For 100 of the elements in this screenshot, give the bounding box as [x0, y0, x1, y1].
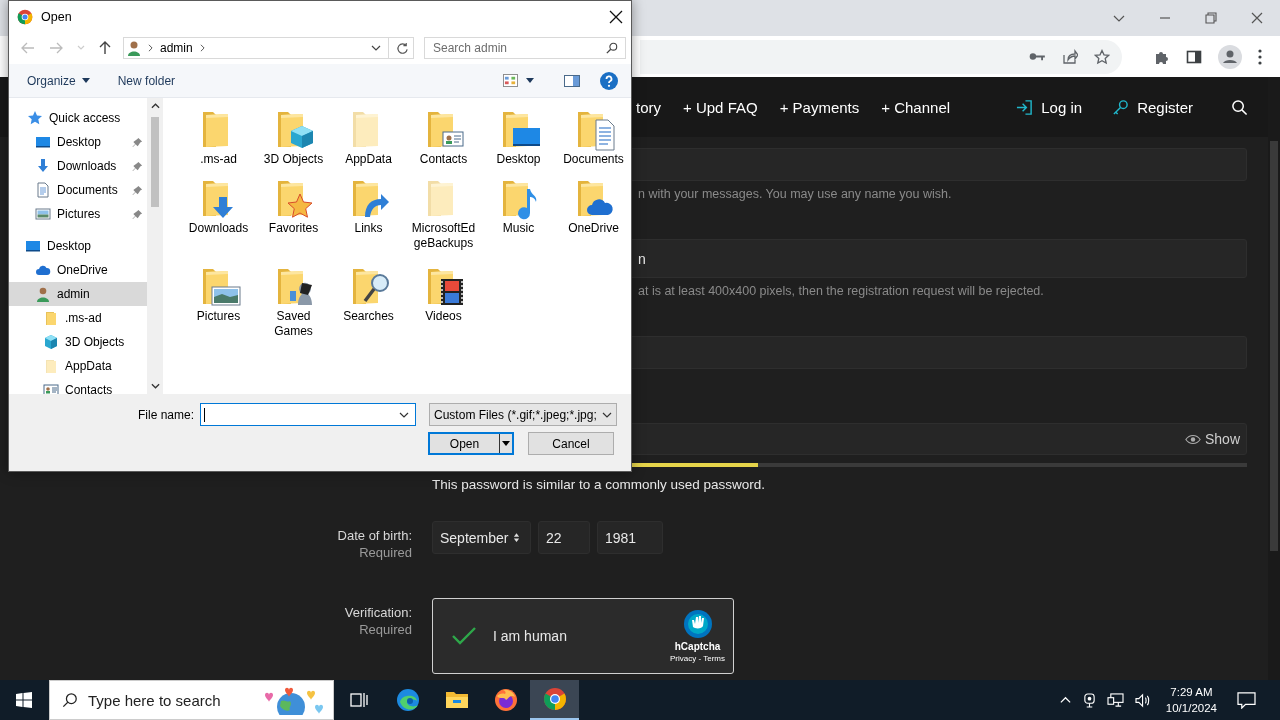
register-link[interactable]: Register [1112, 98, 1193, 116]
network-icon[interactable] [1106, 692, 1124, 708]
checkmark-icon[interactable] [451, 626, 477, 646]
required-note: Required [359, 545, 412, 560]
menu-icon[interactable] [1258, 48, 1262, 65]
nav-item[interactable]: Downloads [9, 154, 147, 178]
search-field[interactable]: Search admin [424, 37, 626, 59]
nav-link[interactable]: + Channel [881, 98, 951, 116]
pin-icon[interactable] [132, 184, 143, 196]
scroll-up-icon[interactable] [150, 103, 160, 109]
nav-item[interactable]: Pictures [9, 202, 147, 226]
file-type-dropdown[interactable]: Custom Files (*.gif;*.jpeg;*.jpg; [429, 403, 618, 426]
file-name-field[interactable] [200, 403, 417, 426]
monitor-icon [25, 238, 41, 254]
folder-icon [43, 310, 59, 326]
folder-item[interactable]: 3D Objects [256, 108, 331, 177]
pin-icon[interactable] [132, 136, 143, 148]
nav-item[interactable]: admin [9, 282, 147, 306]
user-icon [127, 40, 141, 56]
month-select[interactable]: September [432, 521, 531, 554]
nav-link[interactable]: + Upd FAQ [683, 98, 758, 116]
nav-item[interactable]: Desktop [9, 130, 147, 154]
folder-item[interactable]: Searches [331, 265, 406, 339]
year-field[interactable]: 1981 [597, 521, 663, 554]
eye-icon [1184, 433, 1201, 445]
refresh-icon[interactable] [396, 41, 409, 55]
notification-icon[interactable] [1237, 691, 1256, 709]
folder-item[interactable]: Pictures [181, 265, 256, 339]
folder-item[interactable]: Favorites [256, 177, 331, 251]
cancel-button[interactable]: Cancel [528, 432, 614, 455]
scrollbar[interactable] [147, 98, 163, 394]
day-field[interactable]: 22 [538, 521, 590, 554]
side-panel-icon[interactable] [1186, 48, 1202, 65]
folder-item[interactable]: Documents [556, 108, 631, 177]
scrollbar[interactable] [1268, 77, 1280, 680]
folder-item[interactable]: Links [331, 177, 406, 251]
key-icon [1112, 98, 1130, 116]
clock[interactable]: 7:29 AM 10/1/2024 [1165, 684, 1217, 716]
app-icon [17, 8, 33, 25]
new-folder-button[interactable]: New folder [107, 69, 186, 92]
captcha-label: I am human [493, 628, 567, 644]
image-icon [35, 206, 51, 222]
caret-icon [502, 441, 510, 446]
field-label: Date of birth: [337, 528, 412, 543]
nav-item[interactable]: 3D Objects [9, 330, 147, 354]
captcha-brand: hCaptcha [674, 641, 721, 652]
preview-pane-icon[interactable] [564, 74, 580, 87]
show-password-toggle[interactable]: Show [1184, 431, 1240, 447]
path-bar[interactable]: admin [123, 37, 414, 59]
chevron-right-icon[interactable] [199, 44, 205, 52]
privacy-terms-links[interactable]: Privacy - Terms [670, 654, 725, 663]
nav-item[interactable]: OneDrive [9, 258, 147, 282]
search-icon [62, 692, 78, 708]
pin-icon[interactable] [132, 208, 143, 220]
folder-item[interactable]: AppData [331, 108, 406, 177]
star-icon[interactable] [1094, 48, 1110, 65]
up-icon[interactable] [99, 41, 111, 55]
volume-icon[interactable] [1134, 692, 1152, 708]
nav-item[interactable]: AppData [9, 354, 147, 378]
nav-link[interactable]: + Payments [779, 98, 860, 116]
path-crumb[interactable]: admin [160, 41, 193, 55]
share-icon[interactable] [1062, 48, 1078, 65]
folder-item[interactable]: Saved Games [256, 265, 331, 339]
folder-item[interactable]: .ms-ad [181, 108, 256, 177]
browser-icon [395, 688, 420, 712]
cube-icon [43, 334, 59, 350]
star-icon [27, 110, 43, 126]
chevron-down-icon[interactable] [399, 411, 410, 418]
chevron-down-icon[interactable] [371, 45, 381, 51]
webcam-icon[interactable] [1082, 692, 1096, 708]
organize-menu-button[interactable]: Organize [17, 69, 100, 92]
folder-item[interactable]: Contacts [406, 108, 481, 177]
chevron-right-icon[interactable] [148, 44, 153, 52]
nav-item[interactable]: Documents [9, 178, 147, 202]
help-icon[interactable] [600, 71, 618, 90]
profile-icon[interactable] [1218, 44, 1242, 69]
folder-item[interactable]: Downloads [181, 177, 256, 251]
sort-arrows-icon [513, 532, 521, 543]
nav-link[interactable]: tory [636, 98, 661, 116]
field-hint: at is at least 400x400 pixels, then the registration request will be rejected. [637, 283, 1045, 299]
scroll-thumb[interactable] [151, 117, 159, 207]
download-icon [35, 158, 51, 174]
open-button[interactable]: Open [428, 432, 514, 455]
taskbar-search-field[interactable]: Type here to search [49, 680, 334, 720]
start-icon[interactable] [16, 692, 32, 708]
log-in-link[interactable]: Log in [1016, 98, 1083, 116]
close-icon[interactable] [609, 9, 623, 24]
restore-icon[interactable] [1204, 11, 1218, 25]
browser-icon [493, 688, 518, 712]
folder-item[interactable]: Desktop [481, 108, 556, 177]
nav-item[interactable]: .ms-ad [9, 306, 147, 330]
nav-item[interactable]: Desktop [9, 234, 147, 258]
search-icon[interactable] [1231, 98, 1248, 116]
view-icon[interactable] [503, 74, 518, 87]
nav-item[interactable]: Quick access [9, 106, 147, 130]
pin-icon[interactable] [132, 160, 143, 172]
key-icon[interactable] [1029, 51, 1046, 62]
scroll-down-icon[interactable] [150, 383, 160, 389]
nav-item[interactable]: Contacts [9, 378, 147, 394]
taskbar-button[interactable] [530, 680, 579, 720]
